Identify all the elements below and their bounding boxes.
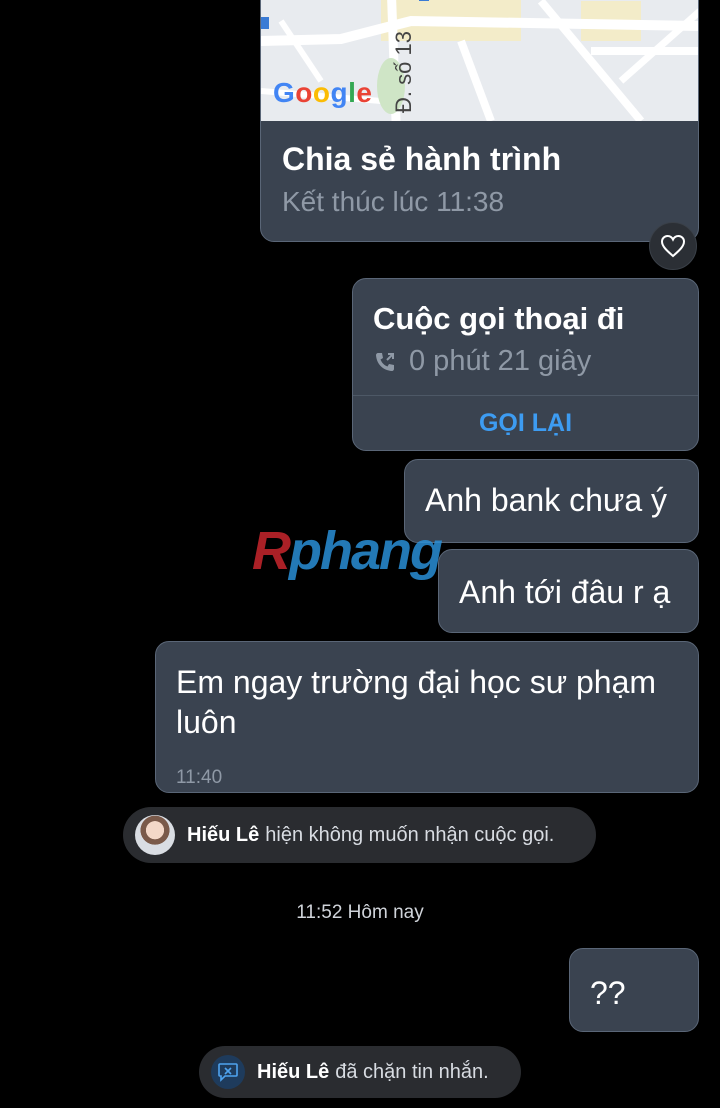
watermark-logo: Rphang <box>252 521 443 581</box>
system-notice-block: Hiếu Lê đã chặn tin nhắn. <box>199 1046 521 1098</box>
message-time: 11:40 <box>176 767 223 788</box>
message-bubble[interactable]: Anh bank chưa ý <box>404 459 699 543</box>
message-text: ?? <box>590 975 626 1011</box>
call-title: Cuộc gọi thoại đi <box>373 301 625 336</box>
blocked-message-icon <box>211 1055 245 1089</box>
google-logo: Google <box>273 77 373 108</box>
message-bubble[interactable]: Em ngay trường đại học sư phạm luôn 11:4… <box>155 641 699 793</box>
map-preview[interactable]: Google Đ. số 13 <box>261 0 698 121</box>
message-bubble[interactable]: ?? <box>569 948 699 1032</box>
contact-name: Hiếu Lê <box>257 1060 330 1083</box>
journey-end-time: Kết thúc lúc 11:38 <box>282 186 505 217</box>
call-divider <box>353 395 698 396</box>
message-text: Anh bank chưa ý <box>425 482 668 518</box>
message-text: Em ngay trường đại học sư phạm luôn <box>176 664 657 740</box>
date-separator: 11:52 Hôm nay <box>296 902 424 923</box>
system-notice-call: Hiếu Lê hiện không muốn nhận cuộc gọi. <box>123 807 596 863</box>
phone-outgoing-icon <box>376 352 394 371</box>
message-bubble[interactable]: Anh tới đâu r ạ <box>438 549 699 633</box>
outgoing-call-card: Cuộc gọi thoại đi 0 phút 21 giây GỌI LẠI <box>352 278 699 451</box>
call-duration: 0 phút 21 giây <box>409 345 592 377</box>
call-back-button[interactable]: GỌI LẠI <box>353 409 698 438</box>
notice-text: hiện không muốn nhận cuộc gọi. <box>265 823 555 846</box>
journey-share-card[interactable]: Google Đ. số 13 Chia sẻ hành trình Kết t… <box>260 0 699 242</box>
heart-icon <box>660 234 686 258</box>
reaction-button[interactable] <box>649 222 697 270</box>
message-text: Anh tới đâu r ạ <box>459 574 671 610</box>
notice-text: đã chặn tin nhắn. <box>335 1060 489 1083</box>
avatar <box>135 815 175 855</box>
contact-name: Hiếu Lê <box>187 823 260 846</box>
road-label: Đ. số 13 <box>391 31 416 113</box>
journey-title: Chia sẻ hành trình <box>282 141 562 177</box>
